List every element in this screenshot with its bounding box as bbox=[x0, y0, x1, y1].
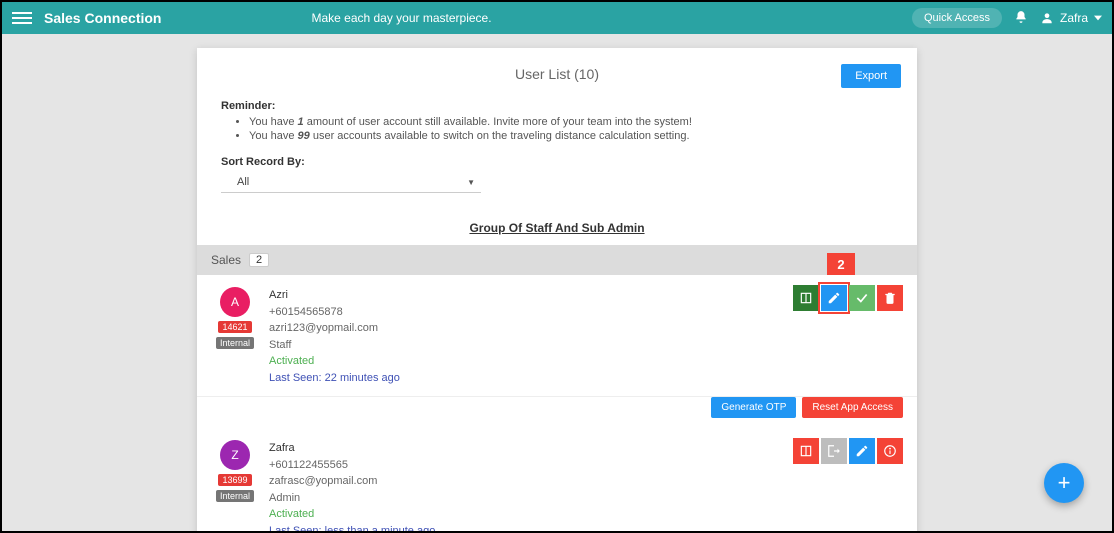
group-name: Sales bbox=[211, 253, 241, 267]
last-seen-label: Last Seen: bbox=[269, 525, 325, 532]
user-id-badge: 13699 bbox=[218, 474, 251, 486]
last-seen-value: less than a minute ago bbox=[325, 525, 436, 532]
chevron-down-icon bbox=[1094, 14, 1102, 22]
step-callout-icon: 2 bbox=[827, 253, 855, 275]
user-row: Z 13699 Internal Zafra +601122455565 zaf… bbox=[197, 428, 917, 531]
reminder-item-2: You have 99 user accounts available to s… bbox=[249, 130, 893, 142]
export-row-button[interactable] bbox=[793, 285, 819, 311]
sort-select[interactable]: All ▼ bbox=[221, 172, 481, 193]
user-menu[interactable]: Zafra bbox=[1040, 11, 1102, 25]
reset-access-button[interactable]: Reset App Access bbox=[802, 397, 903, 418]
user-row: 2 A 14621 Internal Azri +60154565878 azr… bbox=[197, 275, 917, 397]
avatar: Z bbox=[220, 440, 250, 470]
user-name: Zafra bbox=[1060, 11, 1088, 25]
edit-button[interactable] bbox=[821, 285, 847, 311]
bell-icon[interactable] bbox=[1014, 10, 1028, 27]
sort-label: Sort Record By: bbox=[221, 156, 893, 168]
reminder-block: Reminder: You have 1 amount of user acco… bbox=[197, 90, 917, 150]
page-title: User List (10) bbox=[515, 66, 599, 82]
user-status: Activated bbox=[269, 506, 903, 523]
edit-button[interactable] bbox=[849, 438, 875, 464]
user-id-badge: 14621 bbox=[218, 321, 251, 333]
user-email: zafrasc@yopmail.com bbox=[269, 473, 903, 490]
add-fab-button[interactable]: + bbox=[1044, 463, 1084, 503]
main-card: User List (10) Export Reminder: You have… bbox=[197, 48, 917, 531]
group-header-sales[interactable]: Sales 2 bbox=[197, 245, 917, 275]
group-section-title: Group Of Staff And Sub Admin bbox=[197, 221, 917, 235]
last-seen-label: Last Seen: bbox=[269, 372, 325, 384]
chevron-down-icon: ▼ bbox=[467, 178, 475, 187]
approve-button[interactable] bbox=[849, 285, 875, 311]
brand-title: Sales Connection bbox=[44, 10, 161, 26]
quick-access-button[interactable]: Quick Access bbox=[912, 8, 1002, 28]
internal-badge: Internal bbox=[216, 337, 254, 349]
settings-button[interactable] bbox=[821, 438, 847, 464]
last-seen-value: 22 minutes ago bbox=[325, 372, 400, 384]
reminder-heading: Reminder: bbox=[221, 100, 893, 112]
top-bar: Sales Connection Make each day your mast… bbox=[2, 2, 1112, 34]
warning-button[interactable] bbox=[793, 438, 819, 464]
user-status: Activated bbox=[269, 353, 903, 370]
delete-button[interactable] bbox=[877, 285, 903, 311]
user-email: azri123@yopmail.com bbox=[269, 320, 903, 337]
avatar: A bbox=[220, 287, 250, 317]
plus-icon: + bbox=[1058, 470, 1071, 496]
info-button[interactable] bbox=[877, 438, 903, 464]
user-icon bbox=[1040, 11, 1054, 25]
motto-text: Make each day your masterpiece. bbox=[311, 11, 491, 25]
generate-otp-button[interactable]: Generate OTP bbox=[711, 397, 796, 418]
sort-value: All bbox=[237, 176, 249, 188]
user-role: Staff bbox=[269, 337, 903, 354]
sort-block: Sort Record By: All ▼ bbox=[197, 150, 917, 193]
internal-badge: Internal bbox=[216, 490, 254, 502]
user-role: Admin bbox=[269, 490, 903, 507]
menu-icon[interactable] bbox=[12, 12, 32, 24]
export-button[interactable]: Export bbox=[841, 64, 901, 88]
group-count: 2 bbox=[249, 253, 269, 267]
reminder-item-1: You have 1 amount of user account still … bbox=[249, 116, 893, 128]
